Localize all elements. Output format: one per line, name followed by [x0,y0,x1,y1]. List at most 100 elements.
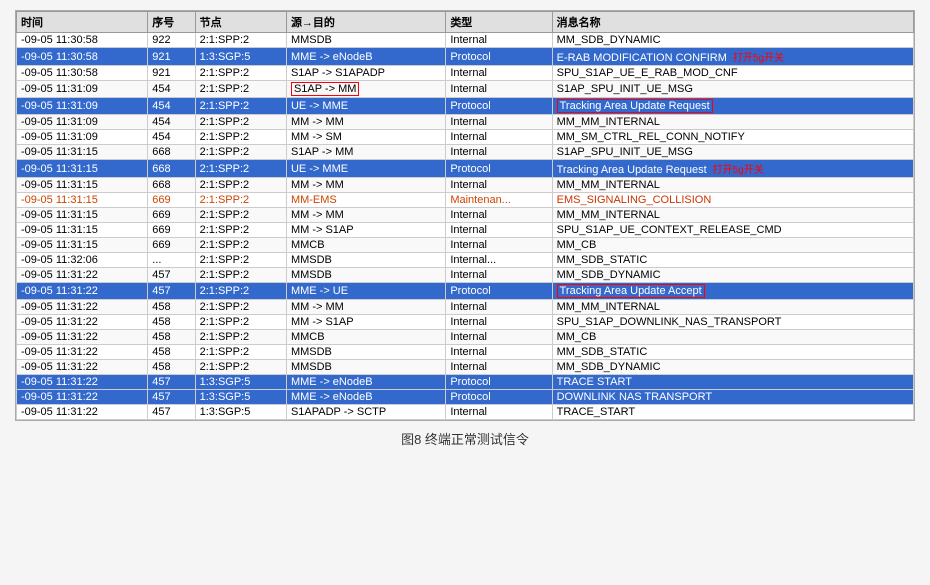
table-cell: Protocol [446,283,552,300]
table-cell: 458 [148,330,195,345]
table-cell: 458 [148,315,195,330]
table-cell: MM -> MM [286,300,445,315]
table-cell: 2:1:SPP:2 [195,193,286,208]
table-cell: 2:1:SPP:2 [195,283,286,300]
table-cell: MM_MM_INTERNAL [552,208,913,223]
table-cell: -09-05 11:30:58 [17,66,148,81]
table-cell: -09-05 11:30:58 [17,33,148,48]
table-cell: Internal [446,405,552,420]
table-row[interactable]: -09-05 11:31:224582:1:SPP:2MMSDBInternal… [17,360,914,375]
table-cell: 458 [148,360,195,375]
table-cell: 1:3:SGP:5 [195,375,286,390]
table-cell: DOWNLINK NAS TRANSPORT [552,390,913,405]
table-row[interactable]: -09-05 11:31:224582:1:SPP:2MMSDBInternal… [17,345,914,360]
table-row[interactable]: -09-05 11:32:06...2:1:SPP:2MMSDBInternal… [17,253,914,268]
table-cell: Internal [446,315,552,330]
table-cell: 2:1:SPP:2 [195,238,286,253]
table-cell: 922 [148,33,195,48]
table-row[interactable]: -09-05 11:31:156682:1:SPP:2S1AP -> MMInt… [17,145,914,160]
table-cell: -09-05 11:31:22 [17,315,148,330]
table-cell: 458 [148,345,195,360]
table-row[interactable]: -09-05 11:30:589222:1:SPP:2MMSDBInternal… [17,33,914,48]
table-cell: Internal [446,33,552,48]
table-row[interactable]: -09-05 11:31:224582:1:SPP:2MMCBInternalM… [17,330,914,345]
table-cell: Maintenan... [446,193,552,208]
table-row[interactable]: -09-05 11:31:094542:1:SPP:2UE -> MMEProt… [17,98,914,115]
table-cell: TRACE START [552,375,913,390]
table-cell: 921 [148,48,195,66]
table-cell: -09-05 11:31:15 [17,223,148,238]
annotation-text: 打开5g开关 [713,165,764,176]
table-cell: MM -> SM [286,130,445,145]
table-row[interactable]: -09-05 11:30:589211:3:SGP:5MME -> eNodeB… [17,48,914,66]
table-cell: MM_CB [552,330,913,345]
table-row[interactable]: -09-05 11:31:156682:1:SPP:2UE -> MMEProt… [17,160,914,178]
table-row[interactable]: -09-05 11:31:224572:1:SPP:2MME -> UEProt… [17,283,914,300]
table-cell: -09-05 11:31:09 [17,130,148,145]
table-cell: 2:1:SPP:2 [195,300,286,315]
table-cell: -09-05 11:31:22 [17,360,148,375]
table-cell: Internal [446,345,552,360]
table-cell: -09-05 11:31:22 [17,330,148,345]
table-cell: MM_MM_INTERNAL [552,115,913,130]
table-cell: Tracking Area Update Request [552,98,913,115]
table-cell: 454 [148,81,195,98]
table-cell: -09-05 11:31:09 [17,98,148,115]
table-row[interactable]: -09-05 11:31:156692:1:SPP:2MM -> S1APInt… [17,223,914,238]
table-cell: 2:1:SPP:2 [195,33,286,48]
table-cell: 669 [148,223,195,238]
table-cell: 2:1:SPP:2 [195,145,286,160]
table-cell: Internal [446,66,552,81]
table-row[interactable]: -09-05 11:31:224571:3:SGP:5S1APADP -> SC… [17,405,914,420]
table-cell: -09-05 11:31:22 [17,283,148,300]
table-cell: MM_MM_INTERNAL [552,178,913,193]
table-cell: 1:3:SGP:5 [195,48,286,66]
table-cell: MMSDB [286,33,445,48]
column-header: 节点 [195,12,286,33]
table-row[interactable]: -09-05 11:31:224572:1:SPP:2MMSDBInternal… [17,268,914,283]
column-header: 类型 [446,12,552,33]
table-row[interactable]: -09-05 11:31:156692:1:SPP:2MMCBInternalM… [17,238,914,253]
table-cell: 669 [148,238,195,253]
table-cell: -09-05 11:31:22 [17,405,148,420]
table-cell: 668 [148,145,195,160]
table-row[interactable]: -09-05 11:31:094542:1:SPP:2S1AP -> MMInt… [17,81,914,98]
table-row[interactable]: -09-05 11:31:224582:1:SPP:2MM -> S1APInt… [17,315,914,330]
table-cell: MME -> UE [286,283,445,300]
table-cell: 2:1:SPP:2 [195,160,286,178]
table-cell: MME -> eNodeB [286,390,445,405]
table-cell: MM_SDB_DYNAMIC [552,268,913,283]
table-cell: -09-05 11:31:15 [17,178,148,193]
table-cell: 457 [148,375,195,390]
table-row[interactable]: -09-05 11:31:224571:3:SGP:5MME -> eNodeB… [17,375,914,390]
table-row[interactable]: -09-05 11:31:224582:1:SPP:2MM -> MMInter… [17,300,914,315]
figure-caption: 图8 终端正常测试信令 [401,429,529,448]
table-cell: S1AP -> MM [286,145,445,160]
table-cell: MM_SM_CTRL_REL_CONN_NOTIFY [552,130,913,145]
table-row[interactable]: -09-05 11:31:224571:3:SGP:5MME -> eNodeB… [17,390,914,405]
table-cell: -09-05 11:31:22 [17,375,148,390]
table-cell: -09-05 11:32:06 [17,253,148,268]
table-cell: Internal [446,330,552,345]
table-cell: -09-05 11:31:09 [17,115,148,130]
table-cell: 2:1:SPP:2 [195,253,286,268]
table-row[interactable]: -09-05 11:31:156692:1:SPP:2MM -> MMInter… [17,208,914,223]
table-row[interactable]: -09-05 11:31:094542:1:SPP:2MM -> SMInter… [17,130,914,145]
table-cell: Internal [446,238,552,253]
table-cell: SPU_S1AP_UE_CONTEXT_RELEASE_CMD [552,223,913,238]
table-cell: 1:3:SGP:5 [195,390,286,405]
table-cell: Tracking Area Update Accept [552,283,913,300]
table-cell: Protocol [446,160,552,178]
table-row[interactable]: -09-05 11:31:094542:1:SPP:2MM -> MMInter… [17,115,914,130]
table-cell: S1AP_SPU_INIT_UE_MSG [552,81,913,98]
table-cell: 454 [148,98,195,115]
table-cell: ... [148,253,195,268]
table-cell: S1APADP -> SCTP [286,405,445,420]
table-cell: -09-05 11:31:15 [17,160,148,178]
table-row[interactable]: -09-05 11:31:156682:1:SPP:2MM -> MMInter… [17,178,914,193]
table-cell: -09-05 11:31:22 [17,345,148,360]
table-row[interactable]: -09-05 11:30:589212:1:SPP:2S1AP -> S1APA… [17,66,914,81]
table-cell: 457 [148,268,195,283]
table-row[interactable]: -09-05 11:31:156692:1:SPP:2MM-EMSMainten… [17,193,914,208]
table-cell: Internal [446,223,552,238]
